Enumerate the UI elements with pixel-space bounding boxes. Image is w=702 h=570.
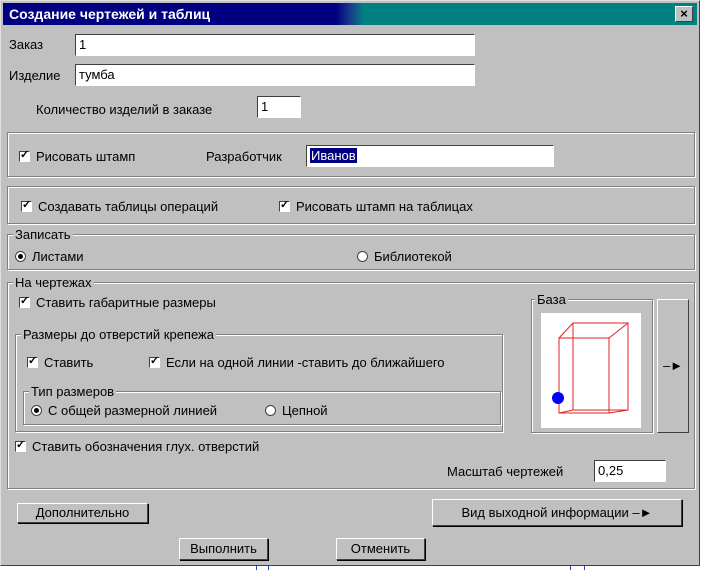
- product-label: Изделие: [9, 68, 61, 83]
- checkbox-box: [15, 438, 26, 452]
- set-dims-checkbox[interactable]: Ставить: [27, 354, 94, 370]
- write-sheets-label: Листами: [32, 249, 84, 264]
- quantity-input[interactable]: 1: [257, 96, 301, 118]
- write-group: [7, 234, 695, 270]
- fastener-dims-group-label: Размеры до отверстий крепежа: [21, 327, 216, 342]
- developer-input[interactable]: Иванов: [306, 145, 554, 167]
- write-group-label: Записать: [13, 227, 73, 242]
- product-input[interactable]: тумба: [75, 64, 475, 86]
- draw-stamp-checkbox[interactable]: Рисовать штамп: [19, 148, 136, 164]
- checkbox-box: [279, 198, 290, 212]
- write-library-label: Библиотекой: [374, 249, 452, 264]
- base-group-label: База: [535, 292, 568, 307]
- radio-dot: [357, 251, 368, 262]
- blind-holes-label: Ставить обозначения глух. отверстий: [32, 439, 260, 454]
- background-line: [570, 566, 571, 570]
- dim-common-label: С общей размерной линией: [48, 403, 218, 418]
- background-line: [584, 566, 585, 570]
- checkbox-box: [27, 354, 38, 368]
- drawings-group-label: На чертежах: [13, 275, 94, 290]
- dialog-window: Создание чертежей и таблиц × Заказ 1 Изд…: [0, 0, 700, 566]
- run-button[interactable]: Выполнить: [179, 538, 268, 560]
- set-dims-label: Ставить: [44, 355, 94, 370]
- cancel-button[interactable]: Отменить: [336, 538, 425, 560]
- order-input[interactable]: 1: [75, 34, 475, 56]
- output-view-button[interactable]: Вид выходной информации –►: [432, 499, 682, 526]
- checkbox-box: [21, 198, 32, 212]
- dim-type-group-label: Тип размеров: [29, 384, 117, 399]
- title-bar[interactable]: Создание чертежей и таблиц ×: [3, 3, 697, 25]
- dim-chain-radio[interactable]: Цепной: [265, 403, 328, 418]
- window-title: Создание чертежей и таблиц: [9, 6, 211, 22]
- create-ops-tables-label: Создавать таблицы операций: [38, 199, 219, 214]
- scale-input[interactable]: 0,25: [594, 460, 666, 482]
- radio-dot: [31, 405, 42, 416]
- checkbox-box: [19, 294, 30, 308]
- nearest-dims-checkbox[interactable]: Если на одной линии -ставить до ближайше…: [149, 354, 445, 370]
- stamp-on-tables-checkbox[interactable]: Рисовать штамп на таблицах: [279, 198, 473, 214]
- checkbox-box: [19, 148, 30, 162]
- scale-label: Масштаб чертежей: [447, 464, 564, 479]
- radio-dot: [15, 251, 26, 262]
- background-line: [268, 566, 269, 570]
- additional-button[interactable]: Дополнительно: [17, 503, 148, 523]
- developer-value: Иванов: [310, 148, 357, 163]
- base-preview[interactable]: [541, 313, 641, 428]
- draw-stamp-label: Рисовать штамп: [36, 149, 136, 164]
- order-label: Заказ: [9, 37, 44, 52]
- radio-dot: [265, 405, 276, 416]
- quantity-label: Количество изделий в заказе: [36, 102, 213, 117]
- write-sheets-radio[interactable]: Листами: [15, 249, 84, 264]
- stamp-on-tables-label: Рисовать штамп на таблицах: [296, 199, 473, 214]
- overall-dims-label: Ставить габаритные размеры: [36, 295, 216, 310]
- base-arrow-button[interactable]: –►: [657, 299, 689, 433]
- dim-chain-label: Цепной: [282, 403, 328, 418]
- close-button[interactable]: ×: [675, 6, 693, 22]
- developer-label: Разработчик: [206, 149, 282, 164]
- nearest-dims-label: Если на одной линии -ставить до ближайше…: [166, 355, 445, 370]
- cube-icon: [552, 322, 629, 414]
- create-ops-tables-checkbox[interactable]: Создавать таблицы операций: [21, 198, 219, 214]
- background-line: [256, 566, 257, 570]
- checkbox-box: [149, 354, 160, 368]
- dim-common-radio[interactable]: С общей размерной линией: [31, 403, 217, 418]
- blind-holes-checkbox[interactable]: Ставить обозначения глух. отверстий: [15, 438, 260, 454]
- write-library-radio[interactable]: Библиотекой: [357, 249, 452, 264]
- overall-dims-checkbox[interactable]: Ставить габаритные размеры: [19, 294, 216, 310]
